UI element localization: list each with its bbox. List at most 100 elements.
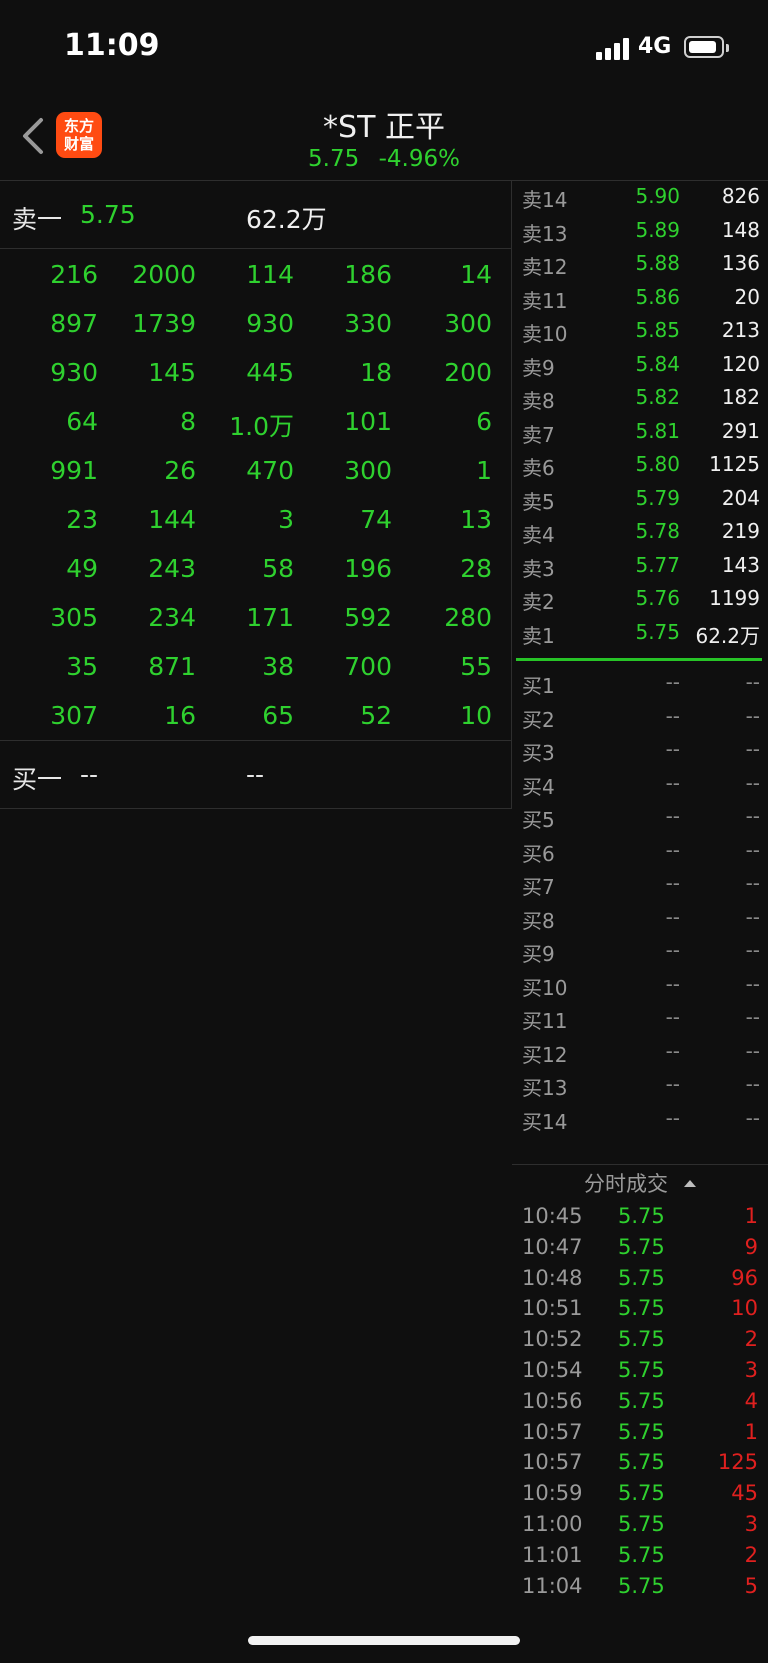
- tick-price: 5.75: [618, 1265, 665, 1290]
- buy-level[interactable]: 买10 -- --: [512, 968, 768, 1001]
- sell-level-volume: 120: [721, 351, 760, 376]
- tick-volume: 3: [744, 1358, 758, 1382]
- buy-level-volume: --: [745, 703, 760, 728]
- sell-level[interactable]: 卖14 5.90 826: [512, 180, 768, 213]
- buy-level[interactable]: 买1 -- --: [512, 666, 768, 699]
- sell-level[interactable]: 卖11 5.86 20: [512, 281, 768, 314]
- stock-price: 5.75: [308, 146, 360, 172]
- queue-cell: 1: [476, 456, 492, 485]
- buy-level-price: --: [665, 1005, 680, 1029]
- buy-level-label: 买6: [522, 841, 555, 866]
- tick-row: 10:48 5.75 96: [512, 1264, 768, 1295]
- queue-cell: 114: [246, 260, 294, 289]
- buy-level-price: --: [665, 1038, 680, 1063]
- queue-cell: 58: [262, 554, 294, 583]
- buy-level[interactable]: 买11 -- --: [512, 1001, 768, 1034]
- buy-level[interactable]: 买2 -- --: [512, 700, 768, 733]
- buy-level-label: 买12: [522, 1042, 568, 1067]
- queue-cell: 18: [360, 358, 392, 387]
- queue-cell: 65: [262, 701, 294, 730]
- sell-level-label: 卖9: [522, 355, 555, 380]
- queue-cell: 592: [344, 603, 392, 632]
- tick-volume: 4: [744, 1388, 758, 1413]
- tick-volume: 3: [744, 1512, 758, 1536]
- ticks-header[interactable]: 分时成交: [512, 1168, 768, 1198]
- buy-level-price: --: [665, 971, 680, 996]
- sell-level-label: 卖1: [522, 623, 555, 648]
- buy-level-price: --: [665, 1072, 680, 1096]
- buy-one-divider: [0, 808, 512, 809]
- queue-cell: 300: [344, 456, 392, 485]
- tick-volume: 10: [731, 1296, 758, 1321]
- sell-one-price: 5.75: [80, 200, 136, 229]
- queue-cell: 330: [344, 309, 392, 338]
- queue-cell: 871: [148, 652, 196, 681]
- queue-cell: 930: [50, 358, 98, 387]
- sell-level-volume: 20: [734, 284, 760, 309]
- sort-up-icon[interactable]: [684, 1180, 696, 1187]
- sell-level-price: 5.86: [635, 284, 680, 309]
- buy-one-row: 买一 -- --: [0, 740, 512, 808]
- buy-level-volume: --: [745, 670, 760, 694]
- tick-volume: 45: [731, 1481, 758, 1506]
- sell-level-price: 5.79: [635, 485, 680, 510]
- sell-level[interactable]: 卖7 5.81 291: [512, 415, 768, 448]
- sell-level[interactable]: 卖2 5.76 1199: [512, 582, 768, 615]
- tick-volume: 1: [744, 1204, 758, 1228]
- buy-level[interactable]: 买4 -- --: [512, 767, 768, 800]
- buy-level-price: --: [665, 871, 680, 895]
- stock-title: *ST 正平: [323, 110, 445, 145]
- buy-level[interactable]: 买3 -- --: [512, 733, 768, 766]
- buy-level[interactable]: 买14 -- --: [512, 1102, 768, 1135]
- sell-level[interactable]: 卖6 5.80 1125: [512, 448, 768, 481]
- buy-level-volume: --: [745, 837, 760, 862]
- queue-row: 930 145 445 18 200: [0, 346, 512, 395]
- sell-level[interactable]: 卖10 5.85 213: [512, 314, 768, 347]
- buy-level-label: 买13: [522, 1076, 568, 1100]
- buy-level[interactable]: 买7 -- --: [512, 867, 768, 900]
- sell-level-volume: 291: [721, 418, 760, 443]
- sell-level-price: 5.85: [635, 318, 680, 342]
- tick-price: 5.75: [618, 1358, 665, 1382]
- sell-level-price: 5.90: [635, 184, 680, 208]
- queue-cell: 145: [148, 358, 196, 387]
- buy-level-volume: --: [745, 770, 760, 795]
- buy-level-price: --: [665, 804, 680, 828]
- sell-level-label: 卖2: [522, 590, 555, 614]
- sell-level-volume: 1125: [709, 452, 760, 476]
- tick-volume: 125: [717, 1450, 758, 1475]
- sell-level[interactable]: 卖3 5.77 143: [512, 549, 768, 582]
- buy-level-volume: --: [745, 804, 760, 828]
- sell-level[interactable]: 卖8 5.82 182: [512, 381, 768, 414]
- queue-cell: 216: [50, 260, 98, 289]
- queue-cell: 930: [246, 309, 294, 338]
- buy-level[interactable]: 买13 -- --: [512, 1068, 768, 1101]
- queue-row: 216 2000 114 186 14: [0, 248, 512, 297]
- buy-level-volume: --: [745, 904, 760, 929]
- home-indicator[interactable]: [248, 1636, 520, 1645]
- buy-level-volume: --: [745, 871, 760, 895]
- queue-row: 49 243 58 196 28: [0, 542, 512, 591]
- queue-cell: 6: [476, 407, 492, 436]
- cellular-signal-icon: [596, 38, 630, 60]
- sell-level[interactable]: 卖5 5.79 204: [512, 482, 768, 515]
- buy-level[interactable]: 买9 -- --: [512, 934, 768, 967]
- sell-level-volume: 62.2万: [695, 623, 760, 648]
- sell-level[interactable]: 卖4 5.78 219: [512, 515, 768, 548]
- queue-cell: 897: [50, 309, 98, 338]
- queue-row: 991 26 470 300 1: [0, 444, 512, 493]
- sell-level[interactable]: 卖12 5.88 136: [512, 247, 768, 280]
- sell-level[interactable]: 卖1 5.75 62.2万: [512, 616, 768, 649]
- buy-level[interactable]: 买6 -- --: [512, 834, 768, 867]
- buy-level[interactable]: 买5 -- --: [512, 800, 768, 833]
- queue-row: 305 234 171 592 280: [0, 591, 512, 640]
- queue-cell: 26: [164, 456, 196, 485]
- buy-level[interactable]: 买12 -- --: [512, 1035, 768, 1068]
- sell-level[interactable]: 卖13 5.89 148: [512, 214, 768, 247]
- sell-level[interactable]: 卖9 5.84 120: [512, 348, 768, 381]
- tick-row: 10:57 5.75 1: [512, 1418, 768, 1449]
- battery-icon: [684, 36, 729, 58]
- sell-level-price: 5.88: [635, 251, 680, 275]
- buy-level[interactable]: 买8 -- --: [512, 901, 768, 934]
- queue-cell: 16: [164, 701, 196, 730]
